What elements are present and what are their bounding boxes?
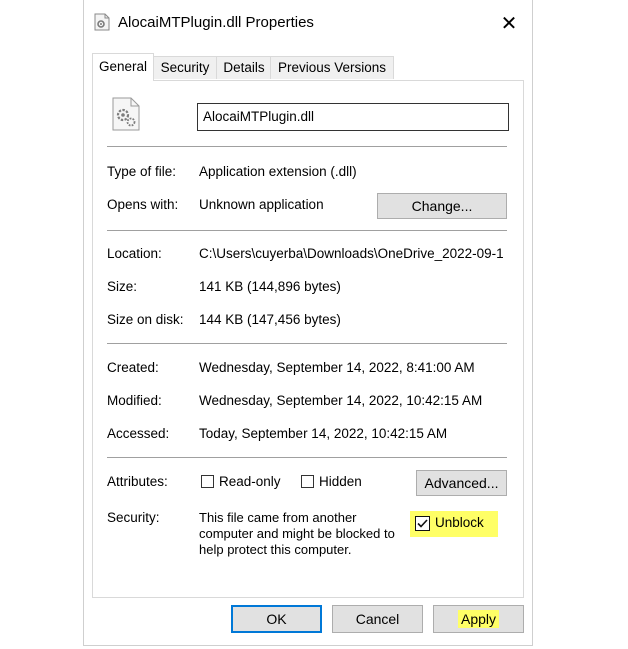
unblock-checkbox[interactable] — [415, 516, 430, 531]
divider — [107, 457, 507, 458]
unblock-label[interactable]: Unblock — [435, 515, 484, 530]
apply-label: Apply — [457, 610, 500, 628]
size-label: Size: — [107, 279, 138, 294]
security-text-line-1: This file came from another — [199, 510, 357, 525]
accessed-label: Accessed: — [107, 426, 170, 441]
type-of-file-value: Application extension (.dll) — [199, 164, 357, 179]
security-text-line-2: computer and might be blocked to — [199, 526, 395, 541]
type-of-file-label: Type of file: — [107, 164, 177, 179]
apply-button[interactable]: Apply — [433, 605, 524, 633]
size-on-disk-label: Size on disk: — [107, 312, 184, 327]
attributes-label: Attributes: — [107, 474, 168, 489]
ok-button[interactable]: OK — [231, 605, 322, 633]
opens-with-label: Opens with: — [107, 197, 179, 212]
security-label: Security: — [107, 510, 160, 525]
close-button[interactable]: ✕ — [486, 0, 532, 46]
tab-general[interactable]: General — [92, 53, 154, 81]
size-value: 141 KB (144,896 bytes) — [199, 279, 341, 294]
read-only-label[interactable]: Read-only — [219, 474, 281, 489]
accessed-value: Today, September 14, 2022, 10:42:15 AM — [199, 426, 448, 441]
modified-value: Wednesday, September 14, 2022, 10:42:15 … — [199, 393, 483, 408]
divider — [107, 343, 507, 344]
title-bar: AlocaiMTPlugin.dll Properties ✕ — [84, 0, 532, 46]
change-button[interactable]: Change... — [377, 193, 507, 219]
dll-file-icon — [110, 96, 142, 132]
security-text-line-3: help protect this computer. — [199, 542, 352, 557]
size-on-disk-value: 144 KB (147,456 bytes) — [199, 312, 341, 327]
tab-previous-versions[interactable]: Previous Versions — [270, 56, 394, 79]
divider — [107, 230, 507, 231]
opens-with-value: Unknown application — [199, 197, 324, 212]
divider — [107, 146, 507, 147]
hidden-label[interactable]: Hidden — [319, 474, 362, 489]
location-label: Location: — [107, 246, 162, 261]
created-label: Created: — [107, 360, 159, 375]
hidden-checkbox[interactable] — [301, 475, 314, 488]
read-only-checkbox[interactable] — [201, 475, 214, 488]
checkmark-icon — [417, 519, 428, 528]
tab-details[interactable]: Details — [216, 56, 272, 79]
modified-label: Modified: — [107, 393, 162, 408]
advanced-button[interactable]: Advanced... — [416, 470, 507, 496]
location-value: C:\Users\cuyerba\Downloads\OneDrive_2022… — [199, 246, 504, 261]
dll-file-icon — [94, 13, 110, 31]
tab-security[interactable]: Security — [152, 56, 218, 79]
window-title: AlocaiMTPlugin.dll Properties — [118, 14, 314, 31]
file-name-field[interactable]: AlocaiMTPlugin.dll — [197, 103, 509, 131]
created-value: Wednesday, September 14, 2022, 8:41:00 A… — [199, 360, 475, 375]
cancel-button[interactable]: Cancel — [332, 605, 423, 633]
close-icon: ✕ — [500, 12, 518, 35]
